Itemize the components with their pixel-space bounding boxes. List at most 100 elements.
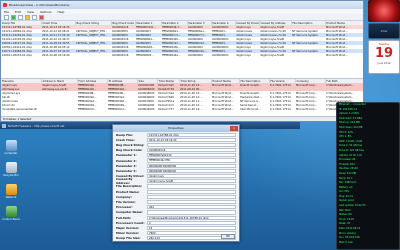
recycle-bin-icon	[5, 162, 17, 173]
bluescreenview-window[interactable]: BlueScreenView - C:\Windows\Minidump Fil…	[0, 0, 364, 122]
property-row: Parameter 2: fffff880044c7f8c	[113, 158, 239, 163]
table-cell: 0x00000116	[112, 53, 129, 57]
property-label: Bug Check String:	[116, 142, 145, 147]
column-header[interactable]: Bug Check Code	[111, 21, 136, 25]
property-value[interactable]	[147, 199, 236, 205]
property-value[interactable]: 15	[147, 225, 236, 231]
property-row: Caused By Address: dxgkrnl.sys+5cef0	[113, 177, 239, 185]
table-cell: 2011-10-06 18:19:44	[42, 53, 70, 57]
dump-files-table: Dump File Crash Time Bug Check String Bug C…	[1, 21, 363, 79]
table-cell: 0x00044000	[138, 107, 155, 111]
property-label: Processor:	[116, 205, 133, 210]
property-value[interactable]	[147, 194, 236, 199]
table-cell: 0x00066000	[137, 87, 157, 91]
open-icon[interactable]	[4, 14, 9, 20]
menu-file[interactable]: File	[4, 10, 9, 14]
property-value[interactable]: C:\Windows\Minidump\101311-16788-01.dmp	[147, 215, 236, 220]
desktop-icon-recycle-bin[interactable]: Recycle Bin	[2, 162, 20, 177]
property-value[interactable]	[147, 184, 236, 189]
table-row[interactable]: mcupdate_GenuineIntel.dll fffff88000c0...…	[1, 107, 363, 111]
table-cell: Intel Microcod...	[240, 107, 261, 111]
table-cell: 0x0010c000	[137, 83, 157, 87]
exit-icon[interactable]	[39, 14, 44, 20]
toolbar	[1, 14, 363, 21]
property-value[interactable]	[147, 210, 236, 215]
disk-gadget[interactable]	[368, 0, 400, 22]
property-row: Dump File: 101311-16788-01.dmp	[113, 132, 239, 137]
property-label: Dump File Size:	[116, 236, 141, 241]
property-value[interactable]: 0x00000116	[147, 148, 236, 153]
property-value[interactable]: fffff880044c7f8c	[147, 158, 236, 163]
network-monitor-gadget: Ethernet ... connected IP: 192.168.1.5 Upl…	[336, 102, 400, 250]
property-value[interactable]	[147, 142, 236, 148]
property-label: Full Path:	[116, 215, 131, 220]
calendar-gadget[interactable]: Tuesday 19 June 2012	[368, 40, 400, 74]
property-value[interactable]	[147, 189, 236, 194]
property-label: Company:	[116, 194, 132, 199]
menu-options[interactable]: Options	[40, 10, 52, 14]
table-cell: fffff88000c4...	[108, 107, 127, 111]
table-cell: fffff88000c0...	[78, 107, 97, 111]
property-value[interactable]: 00000000'00000000	[147, 163, 236, 168]
property-row: File Description:	[113, 184, 239, 189]
desktop-icon-label: Computer	[4, 152, 18, 155]
desktop-icon-label: Control Panel	[2, 218, 20, 221]
property-label: File Description:	[116, 184, 142, 189]
table-cell: 2010-11-20 14:...	[180, 107, 203, 111]
table-row[interactable]: 100611-20233-01.dmp 2011-10-06 18:19:44 0x…	[1, 53, 363, 57]
property-value[interactable]: x64	[147, 205, 236, 210]
table-cell: 2011-10-10 21:46:37	[42, 37, 70, 41]
properties-fields: Dump File: 101311-16788-01.dmp Crash Time:…	[113, 132, 239, 241]
property-label: Crash Time:	[116, 137, 135, 142]
table-row[interactable]: dxgkrnl.sys dxgkrnl.sys+5cef0 fffff88004e0…	[1, 83, 363, 87]
ok-button[interactable]: OK	[221, 234, 235, 239]
property-label: Parameter 2:	[116, 158, 137, 163]
table-cell: 0x4ce7c737	[158, 107, 174, 111]
desktop-icon-label: Recycle Bin	[3, 174, 19, 177]
refresh-icon[interactable]	[11, 14, 16, 20]
table-cell	[75, 53, 111, 57]
properties-icon[interactable]	[25, 14, 30, 20]
menu-view[interactable]: View	[27, 10, 34, 14]
property-value[interactable]: 2	[147, 220, 236, 225]
property-value[interactable]: 00000000'0000000d	[147, 168, 236, 173]
table-cell: Microsoft Corp...	[296, 107, 318, 111]
desktop-icon-control-panel[interactable]: Control Panel	[2, 206, 20, 221]
close-icon[interactable]: x	[230, 126, 238, 131]
html-report-icon[interactable]	[32, 14, 37, 20]
table-cell: Microsoft Wind...	[212, 107, 234, 111]
property-value[interactable]: 101311-16788-01.dmp	[147, 132, 236, 137]
table-cell	[41, 107, 77, 111]
menu-edit[interactable]: Edit	[15, 10, 21, 14]
property-value[interactable]: dxgkrnl.sys	[147, 174, 236, 179]
table-cell	[291, 53, 325, 57]
table-cell: 6.1.7601.17514	[270, 107, 291, 111]
property-value[interactable]: 2011-10-13 18:14:24	[147, 137, 236, 142]
desktop-icon-network[interactable]: Network	[2, 184, 20, 199]
property-value[interactable]: fffffa8007a01010	[147, 153, 236, 158]
property-label: Dump File:	[116, 132, 134, 137]
computer-icon	[5, 140, 17, 151]
table-cell: 2011-10-12 20:08:21	[42, 29, 70, 33]
copy-icon[interactable]	[18, 14, 23, 20]
table-cell: 2011-10-11 17:22:10	[41, 33, 75, 37]
table-cell: 2011-10-08 16:05:12	[42, 45, 70, 49]
menu-help[interactable]: Help	[58, 10, 65, 14]
property-label: File Version:	[116, 200, 136, 205]
table-cell: 0x00046000	[138, 91, 155, 95]
property-row: Processor: x64	[113, 205, 239, 210]
table-cell: 100611-20233-01.dmp	[2, 53, 32, 57]
cpu-gadget[interactable]: Intel	[368, 23, 400, 39]
table-cell: 0x0000a000	[138, 103, 155, 107]
table-cell: 0x00049000	[138, 95, 155, 99]
property-label: Parameter 1:	[116, 153, 137, 158]
nirsoft-link[interactable]: NirSoft Freeware - http://www.nirsoft.ne…	[8, 124, 64, 128]
column-header[interactable]: Caused By Driver	[235, 21, 260, 25]
property-value[interactable]: dxgkrnl.sys+5cef0	[147, 179, 236, 184]
property-row: Parameter 1: fffffa8007a01010	[113, 153, 239, 158]
drivers-table: Filename Address In Stack From Address To A…	[1, 79, 363, 117]
desktop-icon-computer[interactable]: Computer	[2, 140, 20, 155]
window-titlebar[interactable]: BlueScreenView - C:\Windows\Minidump	[1, 1, 363, 9]
properties-dialog[interactable]: Properties x Dump File: 101311-16788-01.d…	[112, 124, 240, 242]
window-title: BlueScreenView - C:\Windows\Minidump	[9, 3, 70, 7]
